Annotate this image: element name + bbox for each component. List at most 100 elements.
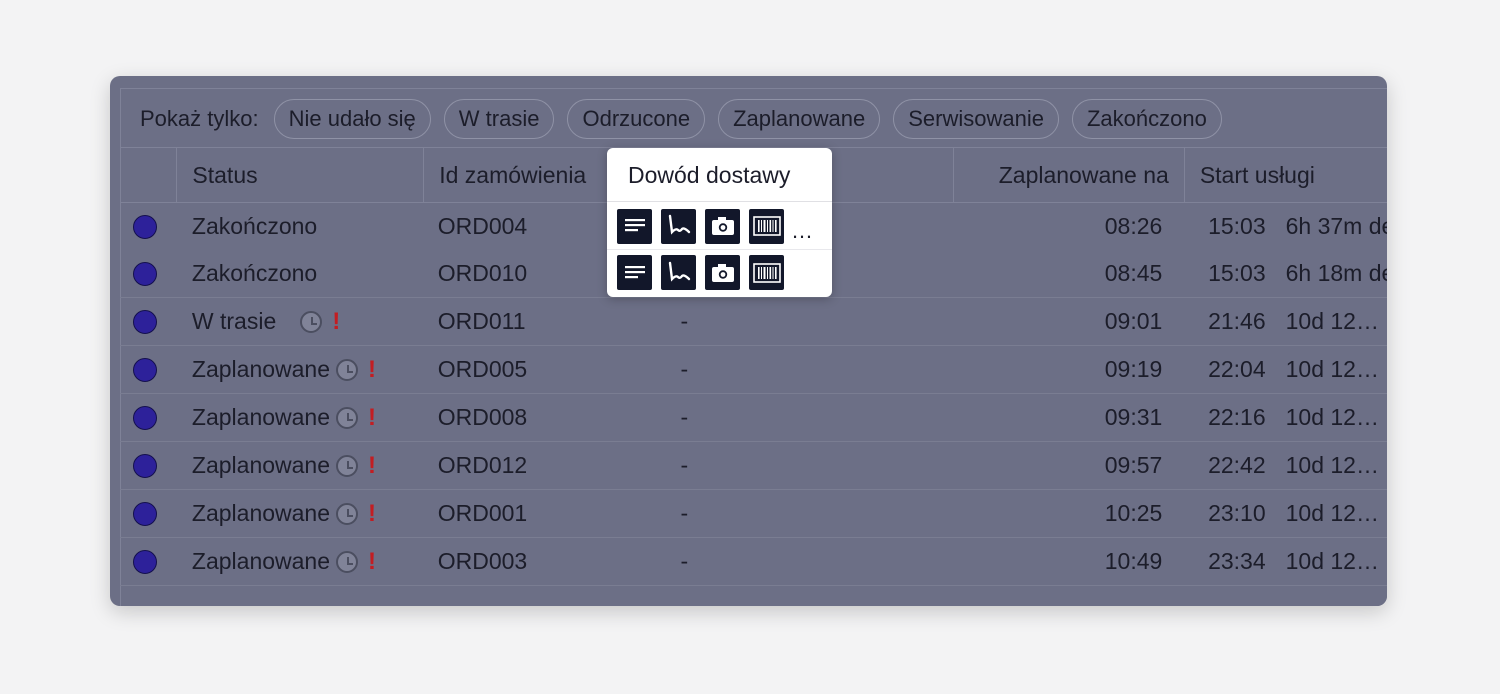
warning-icon: ! (368, 355, 377, 383)
table-row[interactable]: Zaplanowane! ORD005 - 09:19 22:04 10d 12… (120, 345, 1387, 394)
column-header-service-start[interactable]: Start usługi (1184, 147, 1387, 203)
status-dot (133, 214, 157, 239)
popup-row-divider (607, 249, 832, 250)
filter-chip-completed[interactable]: Zakończono (1071, 99, 1222, 139)
warning-icon: ! (368, 499, 377, 527)
status-text: Zakończono (191, 213, 318, 239)
status-cell: Zaplanowane! (176, 489, 424, 538)
proof-cell[interactable]: - (670, 297, 954, 346)
proof-of-delivery-popup: Dowód dostawy … (607, 148, 832, 297)
status-text: Zaplanowane (191, 356, 331, 382)
notes-icon[interactable] (617, 255, 652, 290)
status-dot (133, 357, 157, 382)
scheduled-time-cell: 08:45 (953, 250, 1185, 298)
filter-chip-servicing[interactable]: Serwisowanie (893, 99, 1059, 139)
scheduled-time-cell: 08:26 (1104, 213, 1163, 239)
table-row[interactable]: Zaplanowane! ORD008 - 09:31 22:16 10d 12… (120, 393, 1387, 442)
barcode-icon[interactable] (749, 208, 784, 244)
service-start-cell: 15:03 (1208, 213, 1266, 239)
proof-cell[interactable]: - (670, 393, 954, 442)
delay-cell: 6h 37m delay (1285, 213, 1387, 239)
status-text: W trasie (191, 308, 277, 334)
filter-chip-rejected[interactable]: Odrzucone (567, 99, 706, 139)
status-cell: Zaplanowane! (176, 441, 424, 490)
table-row[interactable]: W trasie! ORD011 - 09:01 21:46 10d 12h 4… (120, 297, 1387, 346)
filter-chip-scheduled[interactable]: Zaplanowane (718, 99, 881, 139)
order-id-cell[interactable]: ORD003 (423, 537, 671, 586)
proof-icons-row: … (617, 208, 813, 244)
order-id-cell[interactable]: ORD012 (423, 441, 671, 490)
delay-cell: 10d 12h 45… (1285, 393, 1387, 442)
order-id-cell[interactable]: ORD008 (423, 393, 671, 442)
proof-cell[interactable]: - (670, 489, 954, 538)
status-dot-cell (120, 489, 177, 538)
service-start-cell: 15:03 (1184, 250, 1286, 298)
status-dot (133, 453, 157, 478)
order-id-cell[interactable]: ORD001 (423, 489, 671, 538)
column-header-scheduled[interactable]: Zaplanowane na (953, 147, 1185, 203)
table-row[interactable]: Zaplanowane! ORD001 - 10:25 23:10 10d 12… (120, 489, 1387, 538)
filter-chip-failed[interactable]: Nie udało się (273, 99, 431, 139)
clock-icon (336, 502, 359, 525)
delay-cell: 10d 12h 45… (1285, 537, 1387, 586)
status-cell: Zakończono (176, 250, 424, 298)
status-dot-cell (120, 537, 177, 586)
filter-bar: Pokaż tylko: Nie udało się W trasie Odrz… (140, 98, 1222, 140)
delay-cell: 10d 12h 45… (1285, 297, 1387, 346)
status-cell: Zaplanowane! (176, 537, 424, 586)
clock-icon (336, 550, 359, 573)
filter-chip-en-route[interactable]: W trasie (443, 99, 555, 139)
status-text: Zaplanowane (191, 404, 331, 430)
proof-cell[interactable]: - (670, 441, 954, 490)
scheduled-time-cell: 10:25 (953, 489, 1185, 538)
status-cell: Zaplanowane! (176, 345, 424, 394)
notes-icon[interactable] (617, 208, 652, 244)
status-dot-cell (120, 345, 177, 394)
service-start-cell: 21:46 (1184, 297, 1286, 346)
clock-icon (336, 454, 359, 477)
status-cell: Zakończono (177, 203, 424, 251)
popup-divider (607, 201, 832, 202)
warning-icon: ! (332, 307, 341, 335)
popup-title: Dowód dostawy (628, 162, 791, 188)
delay-cell: 10d 12h 45… (1285, 441, 1387, 490)
proof-cell[interactable]: - (670, 345, 954, 394)
status-cell: W trasie! (176, 297, 424, 346)
service-start-cell: 23:10 (1184, 489, 1286, 538)
proof-icons-row (617, 255, 784, 290)
delay-cell: 6h 18m delay (1285, 250, 1387, 298)
barcode-icon[interactable] (749, 255, 784, 290)
warning-icon: ! (368, 547, 377, 575)
camera-icon[interactable] (705, 255, 740, 290)
service-start-cell: 23:34 (1184, 537, 1286, 586)
more-indicator[interactable]: … (791, 208, 813, 244)
table-row[interactable]: Zaplanowane! ORD003 - 10:49 23:34 10d 12… (120, 537, 1387, 586)
status-dot (133, 261, 157, 286)
status-dot (133, 309, 157, 334)
signature-icon[interactable] (661, 255, 696, 290)
clock-icon (336, 358, 359, 381)
delay-cell: 10d 12h 45… (1285, 489, 1387, 538)
status-dot-cell (120, 250, 177, 298)
order-id-cell[interactable]: ORD011 (423, 297, 671, 346)
signature-icon[interactable] (661, 208, 696, 244)
status-text: Zaplanowane (191, 548, 331, 574)
order-id-cell[interactable]: ORD005 (423, 345, 671, 394)
clock-icon (300, 310, 323, 333)
status-dot-cell (120, 441, 177, 490)
scheduled-time-cell: 10:49 (953, 537, 1185, 586)
filter-label: Pokaż tylko: (140, 106, 259, 131)
status-dot (133, 549, 157, 574)
status-dot-cell (120, 393, 177, 442)
column-header-status[interactable]: Status (176, 147, 425, 203)
scheduled-time-cell: 09:19 (953, 345, 1185, 394)
scheduled-time-cell: 09:31 (953, 393, 1185, 442)
warning-icon: ! (368, 403, 377, 431)
camera-icon[interactable] (705, 208, 740, 244)
status-text: Zaplanowane (191, 452, 331, 478)
column-header-indicator (120, 147, 178, 203)
warning-icon: ! (368, 451, 377, 479)
table-row[interactable]: Zaplanowane! ORD012 - 09:57 22:42 10d 12… (120, 441, 1387, 490)
proof-cell[interactable]: - (670, 537, 954, 586)
service-start-cell: 22:42 (1184, 441, 1286, 490)
